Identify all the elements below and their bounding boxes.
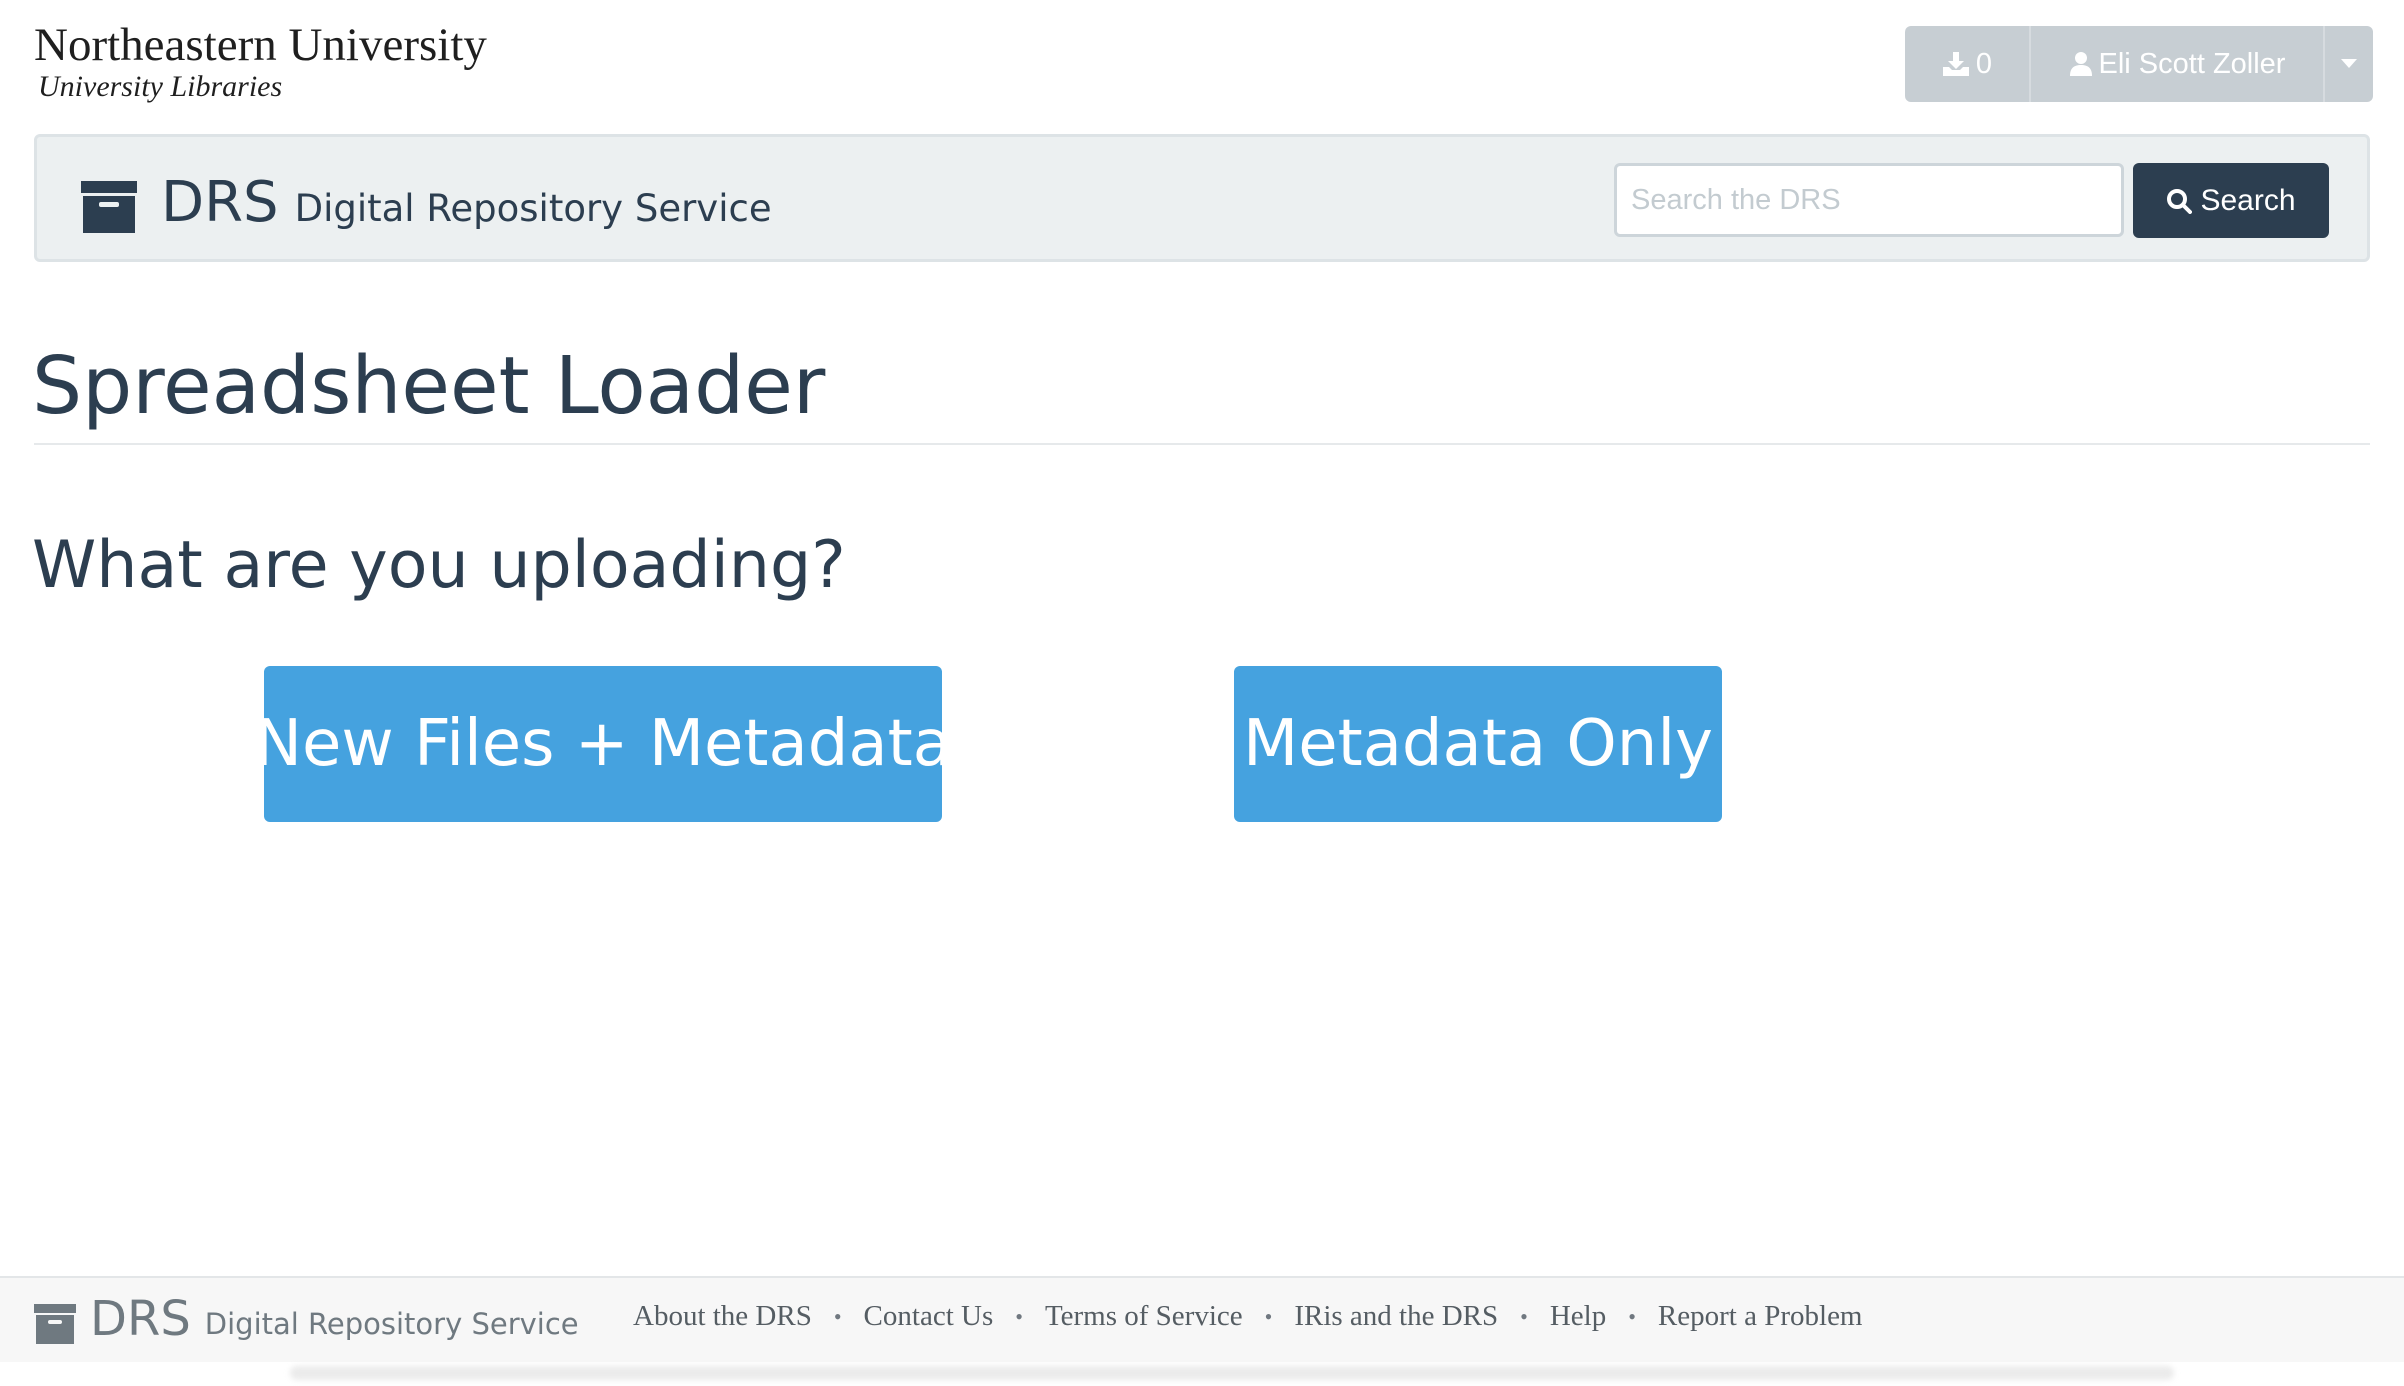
search-icon <box>2167 188 2193 214</box>
footer-link-contact[interactable]: Contact Us <box>864 1300 994 1333</box>
separator-dot: • <box>1520 1303 1528 1329</box>
footer-link-help[interactable]: Help <box>1550 1300 1606 1333</box>
archive-box-icon <box>81 181 137 233</box>
page-title: Spreadsheet Loader <box>32 340 826 432</box>
footer-link-terms[interactable]: Terms of Service <box>1045 1300 1243 1333</box>
new-files-metadata-button[interactable]: New Files + Metadata <box>254 666 952 822</box>
footer-link-report[interactable]: Report a Problem <box>1658 1300 1863 1333</box>
footer: DRS Digital Repository Service About the… <box>0 1276 2404 1364</box>
search-input[interactable] <box>1614 163 2124 237</box>
user-icon <box>2069 52 2092 76</box>
caret-down-icon <box>2341 59 2357 68</box>
search-button[interactable]: Search <box>2133 163 2329 238</box>
library-name: University Libraries <box>38 70 283 103</box>
drs-title: DRS <box>161 170 279 235</box>
divider <box>34 443 2370 445</box>
separator-dot: • <box>833 1303 842 1329</box>
user-name: Eli Scott Zoller <box>2098 47 2286 80</box>
bottom-shadow <box>0 1362 2404 1386</box>
footer-link-about[interactable]: About the DRS <box>633 1300 812 1333</box>
search-button-label: Search <box>2200 183 2296 217</box>
university-logo[interactable]: Northeastern University University Libra… <box>34 20 487 104</box>
footer-drs-title: DRS <box>90 1291 191 1347</box>
user-menu-button[interactable]: Eli Scott Zoller <box>2031 26 2325 102</box>
download-count: 0 <box>1975 47 1993 80</box>
university-name: Northeastern University <box>34 19 487 71</box>
footer-links: About the DRS • Contact Us • Terms of Se… <box>633 1300 1863 1333</box>
separator-dot: • <box>1628 1303 1636 1329</box>
drs-home-link[interactable]: DRS Digital Repository Service <box>81 173 772 233</box>
footer-drs-logo[interactable]: DRS Digital Repository Service <box>34 1294 579 1344</box>
drs-subtitle: Digital Repository Service <box>294 187 772 230</box>
separator-dot: • <box>1015 1303 1023 1329</box>
upload-question: What are you uploading? <box>32 528 846 603</box>
user-toolbar: 0 Eli Scott Zoller <box>1905 26 2373 102</box>
download-icon <box>1942 52 1969 76</box>
footer-link-iris[interactable]: IRis and the DRS <box>1294 1300 1498 1333</box>
archive-box-icon <box>34 1304 76 1344</box>
user-dropdown-toggle[interactable] <box>2325 26 2373 102</box>
downloads-button[interactable]: 0 <box>1905 26 2031 102</box>
metadata-only-button[interactable]: Metadata Only <box>1234 666 1722 822</box>
footer-drs-subtitle: Digital Repository Service <box>204 1307 579 1341</box>
separator-dot: • <box>1264 1303 1273 1329</box>
drs-navbar: DRS Digital Repository Service Search <box>34 134 2370 262</box>
